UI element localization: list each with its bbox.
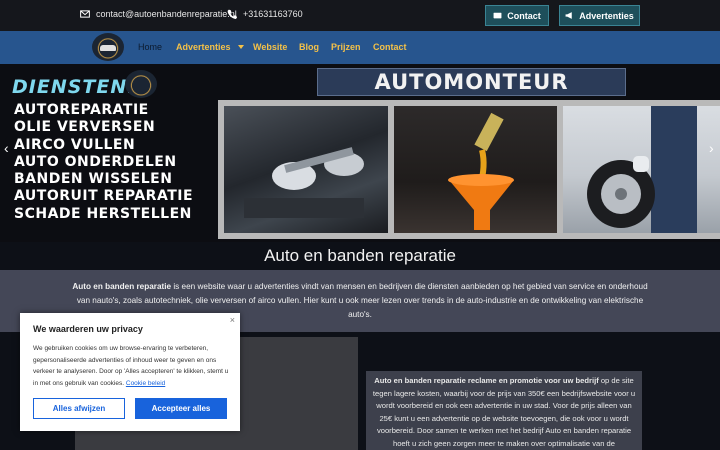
oil-funnel-illustration: [448, 112, 514, 230]
hero-logo: [125, 70, 157, 98]
service-item: OLIE VERVERSEN: [14, 119, 156, 136]
nav-label-blog: Blog: [299, 42, 319, 52]
nav-item-blog[interactable]: Blog: [299, 42, 319, 52]
promo-panel: Auto en banden reparatie reclame en prom…: [366, 371, 642, 450]
advertisements-button-label: Advertenties: [579, 10, 634, 21]
phone-text: +31631163760: [243, 9, 303, 19]
section-title: Auto en banden reparatie: [264, 246, 456, 265]
service-item: AIRCO VULLEN: [14, 136, 136, 153]
cookie-policy-link[interactable]: Cookie beleid: [126, 380, 165, 387]
phone-icon: [227, 9, 237, 19]
oil-change-photo: [394, 106, 557, 233]
email-text: contact@autoenbandenreparatie.nl: [96, 9, 237, 19]
chevron-down-icon: [237, 45, 244, 49]
slider-next-arrow[interactable]: ›: [709, 140, 714, 156]
address-card-icon: [493, 12, 502, 19]
services-heading: DIENSTEN:: [12, 76, 136, 98]
tire-change-photo: [563, 106, 720, 233]
site-logo[interactable]: [92, 33, 124, 61]
top-bar: contact@autoenbandenreparatie.nl +316311…: [0, 0, 720, 31]
services-list: AUTOREPARATIE OLIE VERVERSEN AIRCO VULLE…: [14, 102, 193, 223]
megaphone-icon: [565, 12, 572, 19]
contact-button[interactable]: Contact: [485, 5, 549, 26]
nav-item-contact[interactable]: Contact: [373, 42, 407, 52]
nav-item-website[interactable]: Website: [253, 42, 287, 52]
email-link[interactable]: contact@autoenbandenreparatie.nl: [80, 9, 237, 19]
service-item: BANDEN WISSELEN: [14, 171, 173, 188]
nav-label-website: Website: [253, 42, 288, 52]
contact-button-label: Contact: [507, 10, 541, 21]
tire-illustration: [587, 106, 697, 233]
phone-link[interactable]: +31631163760: [227, 9, 303, 19]
promo-text: op de site tegen lagere kosten, waarbij …: [372, 376, 636, 448]
service-item: AUTORUIT REPARATIE: [14, 188, 194, 205]
nav-label-contact: Contact: [373, 42, 407, 52]
nav-label-advertenties: Advertenties: [176, 42, 231, 52]
promo-paragraph: Auto en banden reparatie reclame en prom…: [366, 371, 642, 450]
nav-item-prijzen[interactable]: Prijzen: [331, 42, 361, 52]
intro-bold: Auto en banden reparatie: [72, 282, 172, 291]
automonteur-banner: AUTOMONTEUR: [317, 68, 626, 96]
nav-item-home[interactable]: Home: [138, 42, 162, 52]
reject-all-button[interactable]: Alles afwijzen: [33, 398, 125, 419]
service-item: AUTO ONDERDELEN: [14, 153, 177, 170]
envelope-icon: [80, 10, 90, 18]
engine-repair-photo: [224, 106, 388, 233]
promo-bold: Auto en banden reparatie reclame en prom…: [374, 376, 599, 385]
nav-label-home: Home: [138, 42, 163, 52]
cookie-consent-dialog: × We waarderen uw privacy We gebruiken c…: [20, 313, 240, 431]
close-icon[interactable]: ×: [230, 315, 235, 325]
slider-prev-arrow[interactable]: ‹: [4, 140, 9, 156]
engine-wrench-illustration: [244, 147, 364, 218]
accept-all-button[interactable]: Accepteer alles: [135, 398, 227, 419]
nav-item-advertenties[interactable]: Advertenties: [176, 42, 244, 52]
nav-label-prijzen: Prijzen: [331, 42, 361, 52]
advertisements-button[interactable]: Advertenties: [559, 5, 640, 26]
cookie-title: We waarderen uw privacy: [33, 324, 143, 334]
main-navigation: Home Advertenties Website Blog Prijzen C…: [0, 31, 720, 64]
service-item: AUTOREPARATIE: [14, 102, 149, 118]
service-item: SCHADE HERSTELLEN: [14, 205, 192, 222]
cookie-text: We gebruiken cookies om uw browse-ervari…: [33, 343, 233, 389]
